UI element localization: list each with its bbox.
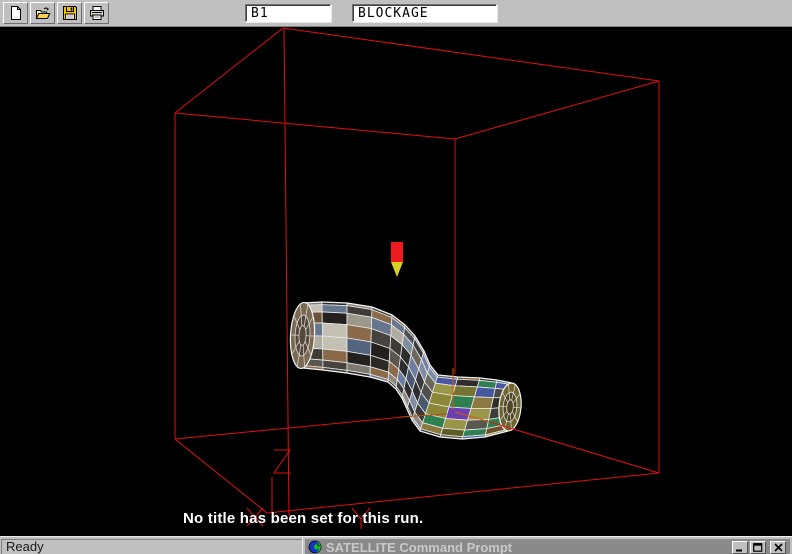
- minimize-button[interactable]: [732, 541, 748, 554]
- open-folder-icon: [35, 5, 51, 21]
- open-button[interactable]: [30, 2, 55, 24]
- maximize-icon: [753, 543, 763, 552]
- domain-wireframe: [175, 28, 659, 529]
- new-button[interactable]: [3, 2, 28, 24]
- viewport-3d[interactable]: No title has been set for this run.: [0, 27, 792, 536]
- object-type-field[interactable]: [352, 4, 497, 22]
- satellite-title-text: SATELLITE Command Prompt: [326, 540, 732, 554]
- save-floppy-icon: [62, 5, 78, 21]
- app-window: No title has been set for this run. Read…: [0, 0, 792, 554]
- scene-canvas[interactable]: [0, 27, 792, 536]
- satellite-window[interactable]: SATELLITE Command Prompt: [302, 536, 792, 554]
- minimize-icon: [735, 543, 745, 552]
- close-button[interactable]: [770, 541, 786, 554]
- maximize-button[interactable]: [750, 541, 766, 554]
- probe-marker[interactable]: [391, 242, 403, 277]
- pipe-object[interactable]: [289, 302, 523, 439]
- status-ready-panel: Ready: [1, 539, 303, 554]
- new-file-icon: [8, 5, 24, 21]
- close-icon: [774, 543, 783, 552]
- print-button[interactable]: [84, 2, 109, 24]
- toolbar: [0, 0, 792, 27]
- printer-icon: [89, 5, 105, 21]
- satellite-app-icon: [308, 540, 322, 554]
- save-button[interactable]: [57, 2, 82, 24]
- object-name-field[interactable]: [245, 4, 331, 22]
- satellite-titlebar[interactable]: SATELLITE Command Prompt: [305, 539, 790, 554]
- run-title-text: No title has been set for this run.: [183, 510, 423, 527]
